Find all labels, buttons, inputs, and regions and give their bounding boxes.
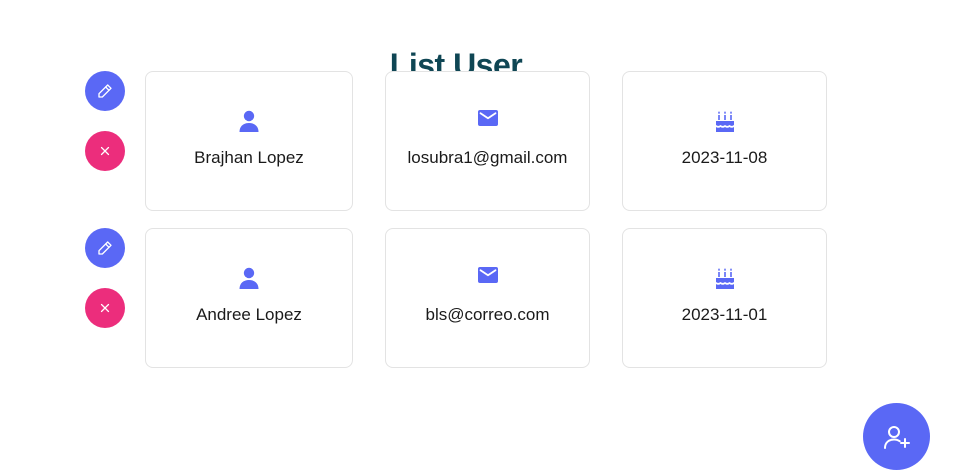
delete-user-button[interactable]: [85, 131, 125, 171]
mail-icon: [477, 267, 498, 283]
add-user-button[interactable]: [863, 403, 930, 470]
user-email: bls@correo.com: [425, 305, 550, 324]
user-birthday-card: 2023-11-08: [622, 71, 827, 211]
user-email-card: losubra1@gmail.com: [385, 71, 590, 211]
add-user-icon: [883, 425, 910, 449]
user-name-card: Brajhan Lopez: [145, 71, 353, 211]
cake-icon: [715, 268, 734, 289]
user-birthday: 2023-11-01: [681, 305, 768, 324]
person-icon: [239, 267, 259, 289]
person-icon: [239, 110, 259, 132]
cake-icon: [715, 111, 734, 132]
mail-icon: [477, 110, 498, 126]
user-list-page: List User Brajhan Lopez losubra1@gmail.c…: [0, 0, 965, 475]
user-birthday-card: 2023-11-01: [622, 228, 827, 368]
user-email-card: bls@correo.com: [385, 228, 590, 368]
user-email: losubra1@gmail.com: [407, 148, 568, 167]
user-row: Andree Lopez bls@correo.com 2023-11-01: [0, 228, 965, 370]
user-name: Andree Lopez: [196, 305, 302, 324]
user-name: Brajhan Lopez: [194, 148, 304, 167]
pencil-icon: [98, 241, 112, 255]
edit-user-button[interactable]: [85, 228, 125, 268]
user-name-card: Andree Lopez: [145, 228, 353, 368]
pencil-icon: [98, 84, 112, 98]
close-icon: [100, 303, 110, 313]
user-birthday: 2023-11-08: [681, 148, 768, 167]
edit-user-button[interactable]: [85, 71, 125, 111]
user-row: Brajhan Lopez losubra1@gmail.com 2023-11…: [0, 71, 965, 213]
close-icon: [100, 146, 110, 156]
delete-user-button[interactable]: [85, 288, 125, 328]
